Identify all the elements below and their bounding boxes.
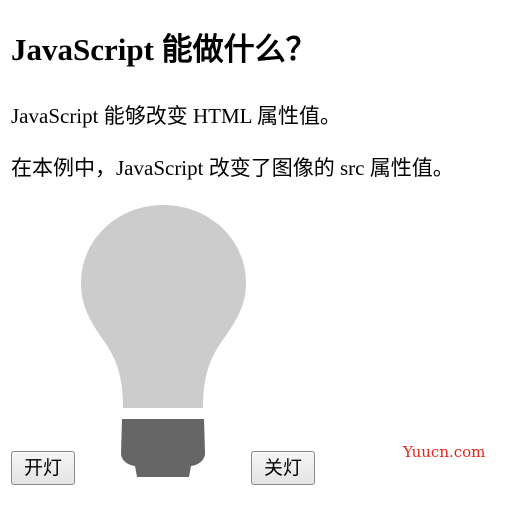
lightbulb-off-icon — [81, 205, 246, 477]
site-watermark: Yuucn.com — [403, 443, 486, 461]
turn-off-button[interactable]: 关灯 — [251, 451, 315, 485]
bulb-base — [121, 419, 205, 477]
turn-on-button[interactable]: 开灯 — [11, 451, 75, 485]
page-title: JavaScript 能做什么？ — [11, 32, 317, 67]
intro-paragraph: JavaScript 能够改变 HTML 属性值。 — [11, 104, 341, 128]
example-paragraph: 在本例中，JavaScript 改变了图像的 src 属性值。 — [11, 156, 454, 180]
bulb-glass — [81, 205, 246, 408]
